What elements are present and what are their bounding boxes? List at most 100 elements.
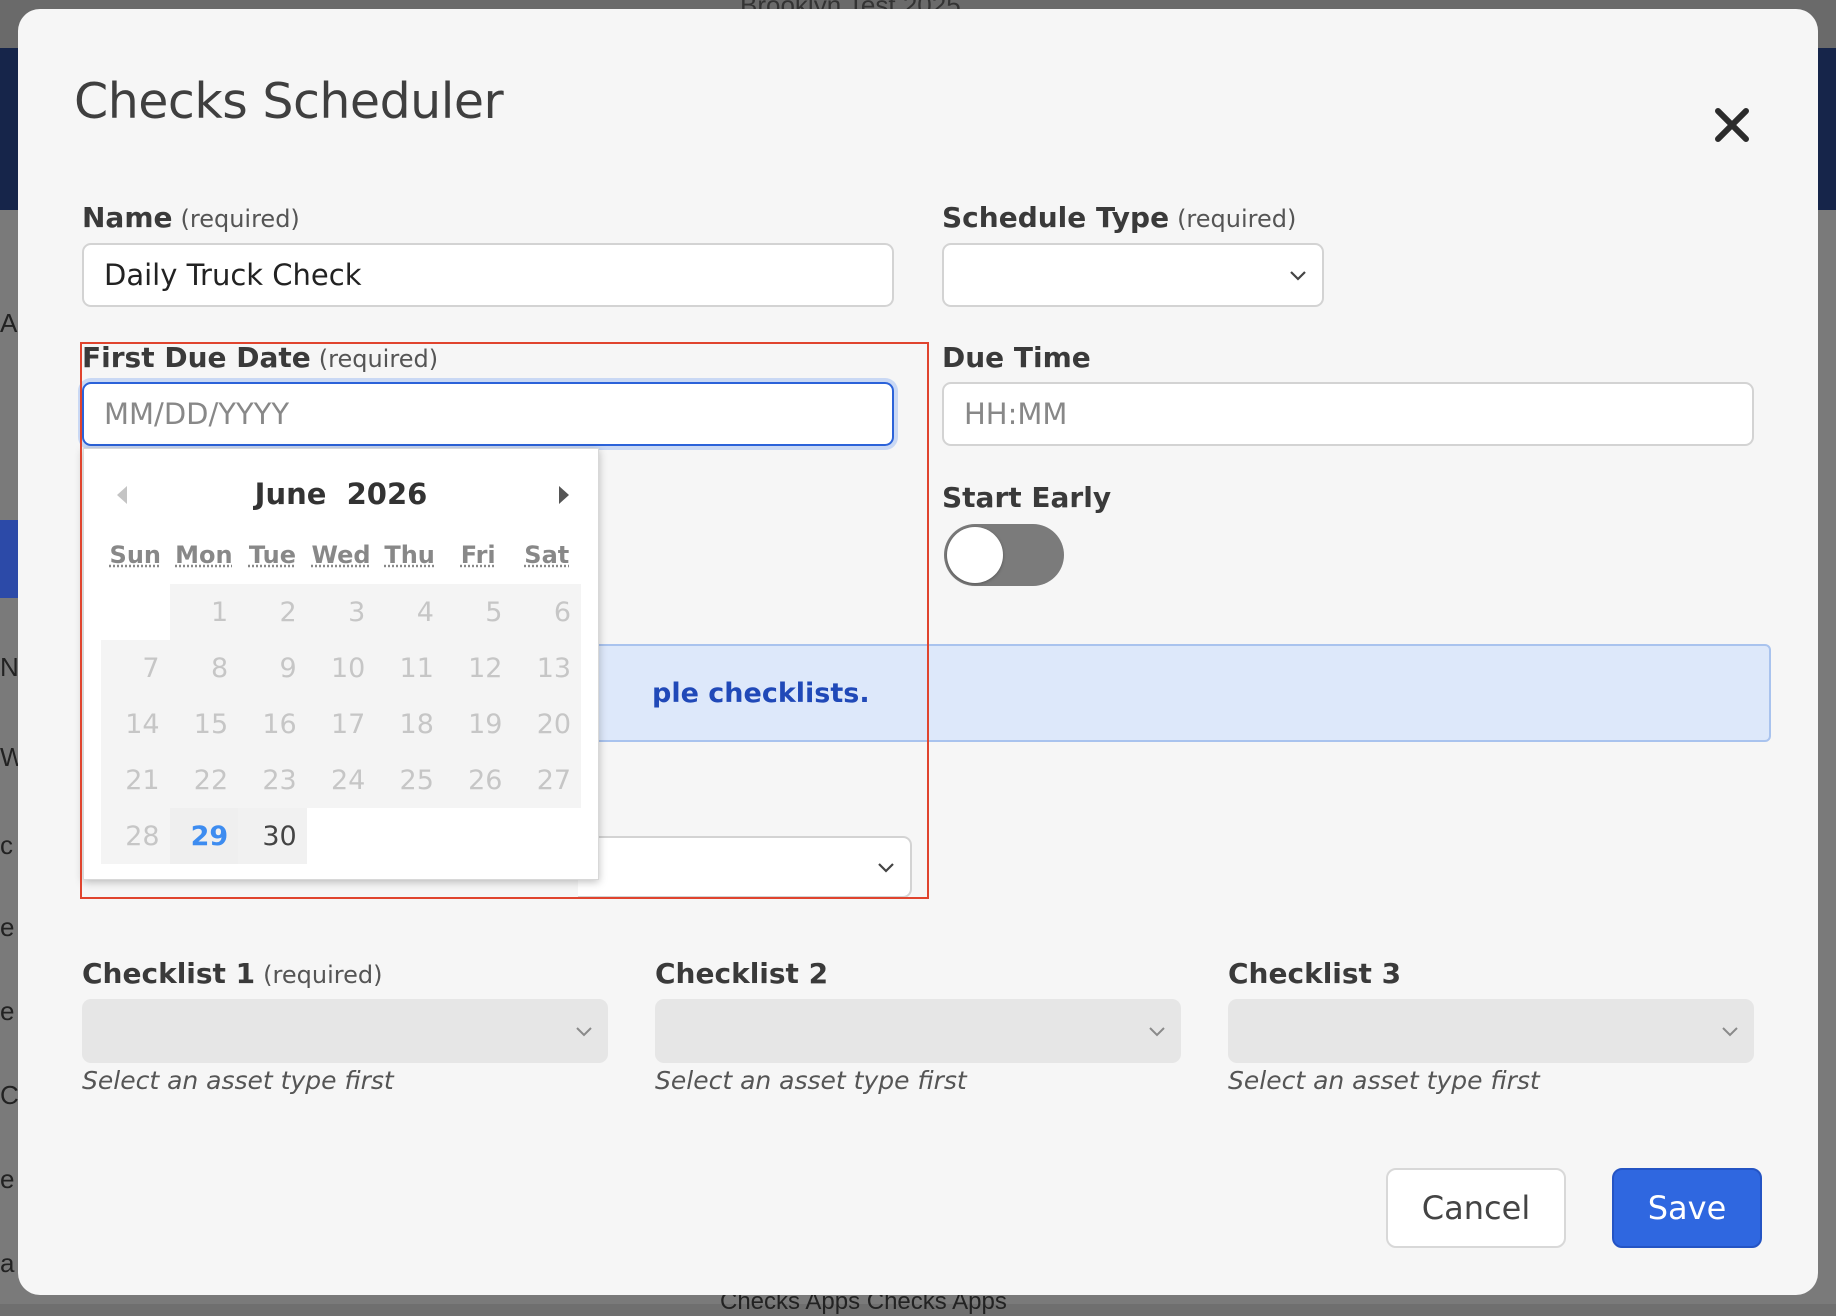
calendar-day: 19 (443, 696, 513, 752)
weekday: Mon (175, 541, 233, 569)
checklist-3-hint: Select an asset type first (1228, 1066, 1540, 1095)
schedule-type-select[interactable] (942, 243, 1324, 307)
due-time-label: Due Time (942, 341, 1091, 374)
background-edge-text: e (0, 1164, 15, 1194)
date-picker-calendar: June 2026 Sun Mon Tue Wed Thu Fri Sat 12… (83, 448, 599, 880)
checks-scheduler-modal: Checks Scheduler Name (required) Daily Tr… (18, 9, 1818, 1295)
weekday: Tue (248, 541, 296, 569)
calendar-day: 13 (512, 640, 582, 696)
calendar-month-year: June 2026 (84, 477, 598, 511)
calendar-day: 22 (169, 752, 239, 808)
calendar-day: 8 (169, 640, 239, 696)
checklist-1-select[interactable] (82, 999, 608, 1063)
schedule-type-label-text: Schedule Type (942, 201, 1170, 234)
background-edge-text: N (0, 652, 19, 682)
name-input[interactable]: Daily Truck Check (82, 243, 894, 307)
calendar-day: 2 (238, 584, 307, 640)
background-edge-text: e (0, 912, 15, 942)
calendar-empty-cell (375, 808, 444, 864)
calendar-day: 1 (169, 584, 239, 640)
chevron-down-icon (1149, 1027, 1165, 1037)
calendar-empty-cell (101, 584, 170, 640)
calendar-day: 3 (306, 584, 376, 640)
first-due-date-label-text: First Due Date (82, 341, 311, 374)
calendar-day: 17 (306, 696, 376, 752)
checklist-1-label: Checklist 1 (required) (82, 957, 382, 990)
calendar-day: 26 (443, 752, 513, 808)
checklist-2-hint: Select an asset type first (655, 1066, 967, 1095)
required-hint: (required) (180, 205, 300, 233)
calendar-weekdays: Sun Mon Tue Wed Thu Fri Sat (101, 541, 581, 569)
checklist-1-hint: Select an asset type first (82, 1066, 394, 1095)
weekday: Sat (524, 541, 570, 569)
required-hint: (required) (318, 345, 439, 373)
calendar-week-row: 7 8 9 10 11 12 13 (101, 640, 582, 696)
chevron-down-icon (576, 1027, 592, 1037)
weekday: Wed (311, 541, 371, 569)
background-edge-text: e (0, 996, 15, 1026)
background-edge-text: A (0, 308, 18, 338)
calendar-day: 9 (238, 640, 307, 696)
cancel-button[interactable]: Cancel (1386, 1168, 1566, 1248)
calendar-day: 20 (512, 696, 582, 752)
checklist-2-select[interactable] (655, 999, 1181, 1063)
checklist-3-select[interactable] (1228, 999, 1754, 1063)
calendar-day: 11 (375, 640, 444, 696)
info-banner-text: ple checklists. (652, 678, 870, 709)
background-edge-text: C (0, 1080, 19, 1110)
calendar-day: 14 (101, 696, 170, 752)
calendar-day: 5 (443, 584, 513, 640)
calendar-week-row: 123456 (101, 584, 582, 640)
weekday: Thu (384, 541, 435, 569)
first-due-date-label: First Due Date (required) (82, 341, 438, 374)
chevron-down-icon (878, 863, 894, 873)
calendar-week-row: 21 22 23 24 25 26 27 (101, 752, 582, 808)
due-time-input[interactable]: HH:MM (942, 382, 1754, 446)
calendar-day: 24 (306, 752, 376, 808)
asset-type-select[interactable] (578, 836, 912, 898)
weekday: Sun (109, 541, 162, 569)
calendar-month: June (254, 477, 327, 511)
save-button[interactable]: Save (1612, 1168, 1762, 1248)
calendar-day: 7 (101, 640, 170, 696)
checklist-2-label: Checklist 2 (655, 957, 829, 990)
calendar-week-row: 28 29 30 (101, 808, 582, 864)
calendar-day[interactable]: 29 (169, 808, 239, 864)
calendar-empty-cell (512, 808, 582, 864)
calendar-day: 16 (238, 696, 307, 752)
start-early-toggle[interactable] (944, 524, 1064, 586)
name-label-text: Name (82, 201, 173, 234)
calendar-day[interactable]: 30 (238, 808, 307, 864)
calendar-day: 21 (101, 752, 170, 808)
calendar-day: 4 (375, 584, 444, 640)
calendar-day: 28 (101, 808, 170, 864)
start-early-label: Start Early (942, 481, 1112, 514)
calendar-day-grid: 1 2 3 4 5 6 7 8 9 10 11 12 13 14 15 16 17 18 19 20 21 22 23 24 2… (101, 584, 582, 864)
modal-title: Checks Scheduler (74, 73, 504, 130)
calendar-week-row: 14 15 16 17 18 19 20 (101, 696, 582, 752)
calendar-empty-cell (443, 808, 513, 864)
next-month-icon[interactable] (552, 483, 574, 507)
first-due-date-input[interactable]: MM/DD/YYYY (82, 382, 894, 446)
required-hint: (required) (1177, 205, 1297, 233)
calendar-day: 18 (375, 696, 444, 752)
calendar-day: 23 (238, 752, 307, 808)
background-edge-text: a (0, 1248, 15, 1278)
toggle-knob (947, 527, 1003, 583)
calendar-day: 12 (443, 640, 513, 696)
calendar-day: 27 (512, 752, 582, 808)
close-icon (1715, 108, 1749, 142)
checklist-1-label-text: Checklist 1 (82, 957, 256, 990)
background-edge-text: c (0, 830, 13, 860)
calendar-empty-cell (306, 808, 376, 864)
schedule-type-label: Schedule Type (required) (942, 201, 1296, 234)
background-button (0, 520, 18, 598)
calendar-day: 6 (512, 584, 582, 640)
calendar-day: 10 (306, 640, 376, 696)
checklist-3-label: Checklist 3 (1228, 957, 1402, 990)
close-button[interactable] (1710, 103, 1754, 147)
chevron-down-icon (1722, 1027, 1738, 1037)
calendar-day: 25 (375, 752, 444, 808)
calendar-day: 15 (169, 696, 239, 752)
chevron-down-icon (1290, 271, 1306, 281)
